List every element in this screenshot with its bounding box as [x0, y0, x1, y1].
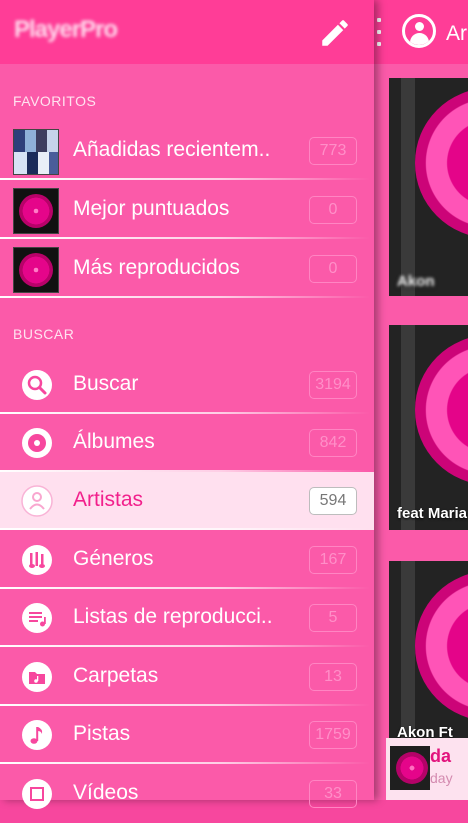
artist-tile[interactable]: Akon — [389, 78, 468, 296]
drawer-item-label: Álbumes — [73, 430, 155, 453]
count-badge: 33 — [309, 780, 357, 808]
drawer-item-playlists[interactable]: Listas de reproducci.. 5 — [0, 589, 374, 647]
drawer-item-videos[interactable]: Vídeos 33 — [0, 765, 374, 823]
drawer-item-label: Vídeos — [73, 781, 139, 804]
genre-instruments-icon — [22, 545, 52, 575]
artist-album-art — [389, 78, 468, 296]
artist-person-icon — [21, 485, 53, 517]
now-playing-art — [390, 746, 430, 790]
count-badge: 0 — [309, 255, 357, 283]
artist-tile[interactable]: feat Maria — [389, 325, 468, 530]
edit-pencil-icon[interactable] — [318, 16, 352, 50]
drawer-item-label: Artistas — [73, 488, 144, 511]
drawer-item-label: Mejor puntuados — [73, 197, 230, 220]
drawer-item-genres[interactable]: Géneros 167 — [0, 531, 374, 589]
drawer-item-artists[interactable]: Artistas 594 — [0, 472, 374, 530]
artist-album-art — [389, 561, 468, 739]
drawer-header: PlayerPro — [0, 0, 374, 64]
pink-disc-thumbnail — [13, 247, 59, 293]
count-badge: 13 — [309, 663, 357, 691]
navigation-drawer: PlayerPro FAVORITOS Añadidas recientem..… — [0, 0, 374, 809]
drawer-item-label: Añadidas recientem.. — [73, 138, 271, 161]
drawer-item-folders[interactable]: Carpetas 13 — [0, 648, 374, 706]
count-badge: 5 — [309, 604, 357, 632]
pink-disc-thumbnail — [13, 188, 59, 234]
artist-album-art — [389, 325, 468, 530]
overflow-menu-icon[interactable] — [374, 18, 384, 46]
artist-tile[interactable]: Akon Ft — [389, 561, 468, 741]
app-logo: PlayerPro — [14, 16, 118, 43]
artist-tile-name: Akon — [397, 273, 435, 290]
count-badge: 594 — [309, 487, 357, 515]
artist-tile-name: feat Maria — [397, 505, 468, 522]
drawer-item-label: Pistas — [73, 722, 131, 745]
now-playing-bar[interactable]: da day — [386, 738, 468, 800]
folder-music-icon — [22, 662, 52, 692]
count-badge: 1759 — [309, 721, 357, 749]
now-playing-title: da — [430, 746, 452, 766]
video-film-icon — [22, 779, 52, 809]
drawer-item-label: Más reproducidos — [73, 256, 240, 279]
drawer-item-tracks[interactable]: Pistas 1759 — [0, 706, 374, 764]
playlist-icon — [22, 603, 52, 633]
drawer-item-search[interactable]: Buscar 3194 — [0, 356, 374, 414]
music-note-icon — [22, 720, 52, 750]
divider — [0, 762, 370, 764]
drawer-item-label: Buscar — [73, 372, 139, 395]
divider — [0, 528, 370, 530]
divider — [0, 645, 370, 647]
divider — [0, 237, 370, 239]
drawer-item-label: Géneros — [73, 547, 154, 570]
divider — [0, 296, 370, 298]
count-badge: 3194 — [309, 371, 357, 399]
count-badge: 0 — [309, 196, 357, 224]
favorites-section-header: FAVORITOS — [13, 93, 97, 109]
count-badge: 842 — [309, 429, 357, 457]
album-mosaic-thumbnail — [13, 129, 59, 175]
search-icon — [22, 370, 52, 400]
artists-title: Ar — [446, 22, 467, 45]
drawer-item-most-played[interactable]: Más reproducidos 0 — [0, 240, 374, 298]
artists-screen: Ar Akon feat Maria Akon Ft da day — [374, 0, 468, 800]
browse-section-header: BUSCAR — [13, 326, 75, 342]
count-badge: 167 — [309, 546, 357, 574]
drawer-item-label: Listas de reproducci.. — [73, 605, 273, 628]
now-playing-subtitle: day — [430, 770, 453, 786]
artists-toolbar: Ar — [374, 0, 468, 64]
divider — [0, 178, 370, 180]
profile-icon[interactable] — [402, 14, 436, 48]
album-disc-icon — [22, 428, 52, 458]
drawer-item-recently-added[interactable]: Añadidas recientem.. 773 — [0, 122, 374, 180]
drawer-item-albums[interactable]: Álbumes 842 — [0, 414, 374, 472]
count-badge: 773 — [309, 137, 357, 165]
drawer-item-top-rated[interactable]: Mejor puntuados 0 — [0, 181, 374, 239]
drawer-item-label: Carpetas — [73, 664, 159, 687]
